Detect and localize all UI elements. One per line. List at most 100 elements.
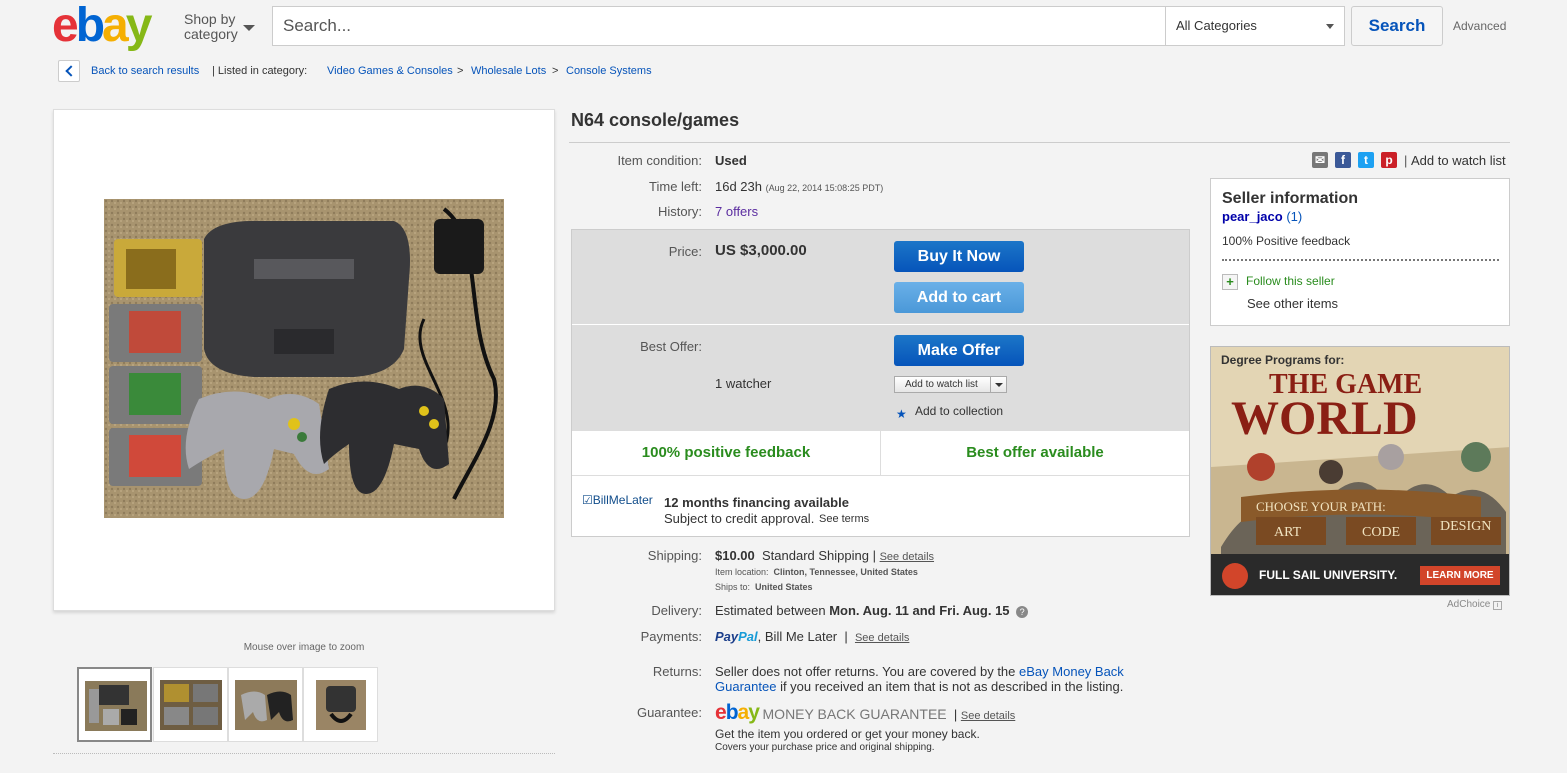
item-photo[interactable]: [104, 199, 504, 518]
listed-in-label: | Listed in category:: [212, 65, 308, 77]
thumbnail-image: [160, 680, 222, 730]
advertisement[interactable]: Degree Programs for: THE GAME WORLD CHOO…: [1210, 346, 1510, 596]
ad-title: WORLD: [1231, 392, 1418, 445]
breadcrumb-separator: >: [552, 65, 559, 77]
back-arrow-icon[interactable]: [58, 60, 80, 82]
returns-policy: Seller does not offer returns. You are c…: [715, 664, 1124, 694]
condition-value: Used: [715, 153, 747, 168]
divider: [53, 753, 555, 754]
time-left-label: Time left:: [649, 179, 702, 194]
delivery-label: Delivery:: [651, 603, 702, 618]
breadcrumb-separator: >: [457, 65, 464, 77]
see-terms-link[interactable]: See terms: [819, 513, 869, 525]
time-left-value: 16d 23h (Aug 22, 2014 15:08:25 PDT): [715, 179, 884, 194]
chevron-down-icon[interactable]: [990, 377, 1006, 392]
watcher-count: 1 watcher: [715, 376, 772, 391]
header: ebay Shop by category Search... All Cate…: [0, 0, 1567, 56]
seller-name-line: pear_jaco (1): [1222, 209, 1303, 224]
facebook-icon[interactable]: f: [1335, 152, 1351, 168]
feedback-score-link[interactable]: 1: [1291, 209, 1298, 224]
breadcrumb-item[interactable]: Console Systems: [566, 60, 652, 82]
adchoice-icon: i: [1493, 601, 1503, 610]
history-label: History:: [657, 204, 702, 219]
payment-methods: PayPal, Bill Me Later | See details: [715, 629, 910, 644]
thumbnail[interactable]: [303, 667, 378, 742]
best-offer-badge: Best offer available: [966, 444, 1104, 461]
ad-headline: Degree Programs for:: [1221, 353, 1345, 367]
see-other-items-link[interactable]: See other items: [1247, 296, 1338, 311]
chevron-down-icon[interactable]: [243, 25, 255, 31]
seller-info-box: Seller information pear_jaco (1) 100% Po…: [1210, 178, 1510, 326]
breadcrumb-item[interactable]: Video Games & Consoles: [327, 60, 453, 82]
item-location: Item location: Clinton, Tennessee, Unite…: [715, 567, 918, 577]
search-button[interactable]: Search: [1351, 6, 1443, 46]
search-input[interactable]: Search...: [272, 6, 1166, 46]
star-icon: ★: [896, 407, 907, 421]
divider: [1222, 259, 1499, 261]
seller-name-link[interactable]: pear_jaco: [1222, 209, 1283, 224]
guarantee-line: Covers your purchase price and original …: [715, 742, 935, 753]
full-sail-logo-icon: [1222, 563, 1248, 589]
money-back-guarantee-logo: ebay MONEY BACK GUARANTEE | See details: [715, 701, 1016, 724]
add-to-watch-list-select[interactable]: Add to watch list: [894, 376, 1007, 393]
best-offer-section: Best Offer:: [572, 324, 1189, 430]
chevron-down-icon: [1326, 24, 1334, 29]
help-icon[interactable]: ?: [1016, 606, 1029, 618]
returns-label: Returns:: [652, 664, 702, 679]
guarantee-line: Get the item you ordered or get your mon…: [715, 727, 980, 741]
financing-subtitle: Subject to credit approval.: [664, 511, 815, 526]
breadcrumb-item[interactable]: Wholesale Lots: [471, 60, 546, 82]
buy-it-now-button[interactable]: Buy It Now: [894, 241, 1024, 272]
shipping-details-link[interactable]: See details: [880, 551, 934, 563]
pinterest-icon[interactable]: p: [1381, 152, 1397, 168]
delivery-estimate: Estimated between Mon. Aug. 11 and Fri. …: [715, 603, 1029, 618]
ad-path: DESIGN: [1440, 519, 1492, 534]
category-select[interactable]: All Categories: [1165, 6, 1345, 46]
thumbnail[interactable]: [228, 667, 303, 742]
seller-feedback: 100% Positive feedback: [1222, 234, 1351, 248]
payments-label: Payments:: [640, 629, 702, 644]
main-image-panel[interactable]: [53, 109, 555, 611]
add-to-cart-button[interactable]: Add to cart: [894, 282, 1024, 313]
zoom-hint: Mouse over image to zoom: [243, 642, 365, 653]
item-title: N64 console/games: [571, 110, 740, 130]
payment-details-link[interactable]: See details: [855, 632, 909, 644]
price-label: Price:: [668, 244, 702, 259]
price-value: US $3,000.00: [715, 242, 807, 259]
financing-title: 12 months financing available: [664, 495, 849, 510]
bill-me-later-row: ☑BillMeLater 12 months financing availab…: [572, 475, 1189, 536]
ad-path: ART: [1274, 525, 1302, 540]
ad-path: CODE: [1362, 525, 1401, 540]
advanced-search-link[interactable]: Advanced: [1453, 19, 1506, 33]
offers-link[interactable]: 7 offers: [715, 204, 758, 219]
thumbnail[interactable]: [77, 667, 152, 742]
price-box: Price: US $3,000.00 Buy It Now Add to ca…: [571, 229, 1190, 537]
twitter-icon[interactable]: t: [1358, 152, 1374, 168]
plus-icon[interactable]: +: [1222, 274, 1238, 290]
ebay-logo[interactable]: ebay: [52, 2, 152, 50]
paypal-logo: PayPal: [715, 629, 758, 644]
bill-me-later-logo: ☑BillMeLater: [582, 493, 653, 507]
thumbnail-image: [316, 680, 366, 730]
thumbnail-image: [235, 680, 297, 730]
seller-heading: Seller information: [1222, 190, 1359, 207]
end-time: (Aug 22, 2014 15:08:25 PDT): [765, 183, 884, 193]
divider: [569, 142, 1510, 143]
guarantee-details-link[interactable]: See details: [961, 710, 1015, 722]
ad-school: FULL SAIL UNIVERSITY.: [1259, 568, 1398, 582]
shipping-cost-line: $10.00 Standard Shipping | See details: [715, 548, 935, 563]
add-to-watch-list-link[interactable]: Add to watch list: [1411, 153, 1506, 168]
follow-seller-link[interactable]: Follow this seller: [1246, 274, 1335, 288]
email-icon[interactable]: ✉: [1312, 152, 1328, 168]
shop-by-category-button[interactable]: Shop by category: [184, 12, 238, 42]
add-to-collection-link[interactable]: Add to collection: [915, 404, 1003, 418]
guarantee-label-text: Guarantee:: [636, 705, 702, 720]
thumbnail[interactable]: [153, 667, 228, 742]
ad-footer: FULL SAIL UNIVERSITY. LEARN MORE: [1211, 554, 1509, 595]
best-offer-label: Best Offer:: [640, 339, 702, 354]
back-to-search-link[interactable]: Back to search results: [91, 60, 199, 82]
make-offer-button[interactable]: Make Offer: [894, 335, 1024, 366]
adchoice-link[interactable]: AdChoice i: [1447, 599, 1503, 610]
learn-more-button[interactable]: LEARN MORE: [1420, 566, 1500, 585]
shipping-label: Shipping:: [647, 548, 702, 563]
